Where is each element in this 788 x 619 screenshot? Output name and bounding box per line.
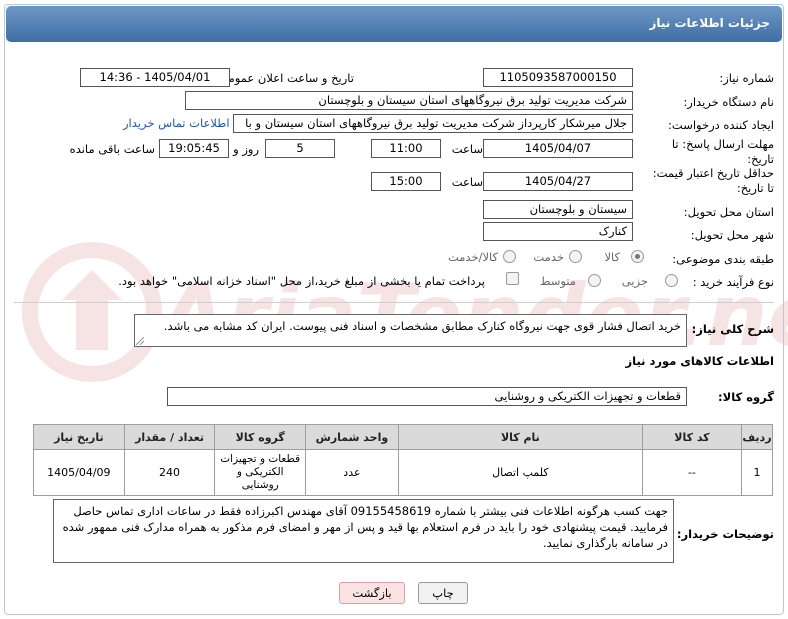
page-title: جزئیات اطلاعات نیاز xyxy=(649,16,770,30)
delivery-province-field: سیستان و بلوچستان xyxy=(483,200,633,219)
process-medium-radio[interactable] xyxy=(588,274,601,287)
title-bar: جزئیات اطلاعات نیاز xyxy=(6,6,782,42)
cell-quantity: 240 xyxy=(123,449,216,496)
price-validity-time-field: 15:00 xyxy=(371,172,441,191)
buyer-org-label: نام دستگاه خریدار: xyxy=(683,95,774,109)
reply-deadline-date-field: 1405/04/07 xyxy=(483,139,633,158)
col-header-row-number: ردیف xyxy=(740,424,774,450)
cell-need-date: 1405/04/09 xyxy=(33,449,125,496)
announce-datetime-label: تاریخ و ساعت اعلان عمومی: xyxy=(215,71,354,85)
col-header-need-date: تاریخ نیاز xyxy=(33,424,125,450)
delivery-city-label: شهر محل تحویل: xyxy=(690,228,774,242)
col-header-goods-code: کد کالا xyxy=(641,424,742,450)
process-minor-label: جزیی xyxy=(621,274,648,288)
description-label: شرح کلی نیاز: xyxy=(691,322,774,336)
cell-row-number: 1 xyxy=(740,449,774,496)
buyer-org-field: شرکت مدیریت تولید برق نیروگاههای استان س… xyxy=(185,91,633,110)
description-text: خرید اتصال فشار قوی جهت نیروگاه کنارک مط… xyxy=(163,319,681,333)
cell-goods-name: کلمپ اتصال xyxy=(397,449,643,496)
cell-goods-group: قطعات و تجهیزات الکتریکی و روشنایی xyxy=(214,449,307,496)
category-label: طبقه بندی موضوعی: xyxy=(672,252,774,266)
remaining-time-field: 19:05:45 xyxy=(159,139,229,158)
remaining-time-label: ساعت باقی مانده xyxy=(69,142,155,156)
goods-table: ردیف کد کالا نام کالا واحد شمارش گروه کا… xyxy=(33,424,774,496)
col-header-goods-name: نام کالا xyxy=(397,424,643,450)
reply-deadline-label-line1: مهلت ارسال پاسخ: تا xyxy=(671,137,774,151)
process-minor-radio[interactable] xyxy=(665,274,678,287)
process-medium-label: متوسط xyxy=(539,274,576,288)
category-service-label: خدمت xyxy=(533,250,564,264)
price-validity-label-line2: تا تاریخ: xyxy=(736,181,774,195)
reply-days-label: روز و xyxy=(233,142,259,156)
print-button[interactable]: چاپ xyxy=(418,582,468,604)
category-goods-service-label: کالا/خدمت xyxy=(447,250,498,264)
need-number-label: شماره نیاز: xyxy=(719,71,774,85)
reply-deadline-time-label: ساعت xyxy=(451,142,483,156)
goods-group-label: گروه کالا: xyxy=(718,390,774,404)
buyer-notes-label: توضیحات خریدار: xyxy=(676,527,774,541)
reply-days-field: 5 xyxy=(265,139,335,158)
category-service-radio[interactable] xyxy=(569,250,582,263)
buyer-notes-textarea: جهت کسب هرگونه اطلاعات فنی بیشتر با شمار… xyxy=(53,499,674,563)
price-validity-label-line1: حداقل تاریخ اعتبار قیمت: xyxy=(652,166,774,180)
category-goods-label: کالا xyxy=(604,250,620,264)
col-header-unit: واحد شمارش xyxy=(305,424,399,450)
requester-label: ایجاد کننده درخواست: xyxy=(668,118,774,132)
price-validity-time-label: ساعت xyxy=(451,175,483,189)
treasury-payment-checkbox[interactable] xyxy=(506,272,519,285)
buyer-notes-text: جهت کسب هرگونه اطلاعات فنی بیشتر با شمار… xyxy=(62,504,668,550)
requester-field: جلال میرشکار کارپرداز شرکت مدیریت تولید … xyxy=(233,114,633,133)
cell-goods-code: -- xyxy=(641,449,742,496)
cell-unit: عدد xyxy=(305,449,399,496)
col-header-goods-group: گروه کالا xyxy=(214,424,307,450)
process-type-label: نوع فرآیند خرید : xyxy=(692,275,774,289)
category-goods-radio[interactable] xyxy=(631,250,644,263)
reply-deadline-label-line2: تاریخ: xyxy=(747,152,774,166)
reply-deadline-time-field: 11:00 xyxy=(371,139,441,158)
description-textarea: خرید اتصال فشار قوی جهت نیروگاه کنارک مط… xyxy=(134,314,687,347)
table-row: 1 -- کلمپ اتصال عدد قطعات و تجهیزات الکت… xyxy=(33,449,774,496)
treasury-payment-note: پرداخت تمام یا بخشی از مبلغ خرید،از محل … xyxy=(118,274,485,288)
announce-datetime-field: 1405/04/01 - 14:36 xyxy=(80,68,230,87)
buyer-contact-link[interactable]: اطلاعات تماس خریدار xyxy=(123,116,230,130)
category-goods-service-radio[interactable] xyxy=(503,250,516,263)
goods-group-field: قطعات و تجهیزات الکتریکی و روشنایی xyxy=(167,387,687,406)
goods-section-title: اطلاعات کالاهای مورد نیاز xyxy=(625,354,774,368)
need-number-field: 1105093587000150 xyxy=(483,68,633,87)
price-validity-date-field: 1405/04/27 xyxy=(483,172,633,191)
back-button[interactable]: بازگشت xyxy=(339,582,405,604)
col-header-quantity: تعداد / مقدار xyxy=(123,424,216,450)
delivery-city-field: کنارک xyxy=(483,222,633,241)
resize-grip-icon[interactable] xyxy=(136,337,144,345)
delivery-province-label: استان محل تحویل: xyxy=(683,205,774,219)
section-divider xyxy=(14,302,774,303)
table-header-row: ردیف کد کالا نام کالا واحد شمارش گروه کا… xyxy=(33,424,774,450)
